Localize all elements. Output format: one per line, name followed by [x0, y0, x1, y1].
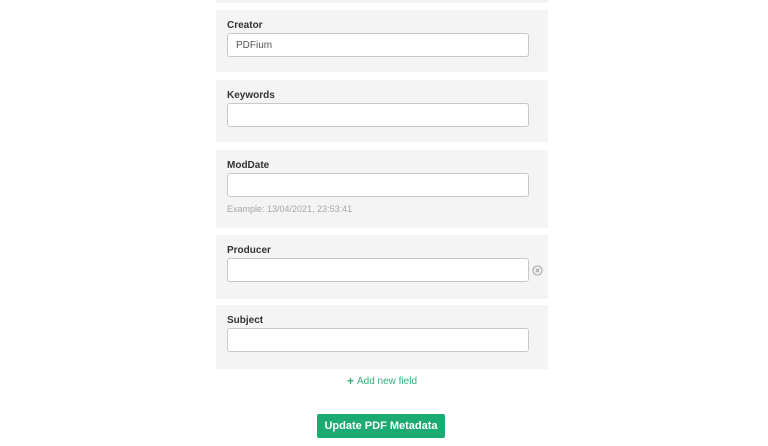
field-label-subject: Subject	[227, 315, 264, 326]
circle-x-icon[interactable]	[532, 265, 543, 276]
previous-field-card-edge	[216, 0, 548, 3]
field-card-subject: Subject	[216, 305, 548, 369]
add-new-field-link[interactable]: + Add new field	[216, 375, 548, 388]
update-pdf-metadata-button[interactable]: Update PDF Metadata	[317, 414, 445, 438]
field-card-producer: Producer	[216, 235, 548, 299]
field-label-producer: Producer	[227, 245, 271, 256]
plus-icon: +	[346, 374, 354, 388]
field-card-moddate: ModDate Example: 13/04/2021, 23:53:41	[216, 150, 548, 228]
add-new-field-label: Add new field	[356, 376, 418, 387]
pdf-metadata-editor: Creator Keywords ModDate Example: 13/04/…	[0, 0, 768, 446]
field-label-creator: Creator	[227, 20, 263, 31]
field-label-moddate: ModDate	[227, 160, 270, 171]
field-card-creator: Creator	[216, 10, 548, 72]
producer-input[interactable]	[227, 258, 529, 282]
keywords-input[interactable]	[227, 103, 529, 127]
moddate-hint: Example: 13/04/2021, 23:53:41	[227, 204, 353, 214]
subject-input[interactable]	[227, 328, 529, 352]
creator-input[interactable]	[227, 33, 529, 57]
field-card-keywords: Keywords	[216, 80, 548, 142]
moddate-input[interactable]	[227, 173, 529, 197]
field-label-keywords: Keywords	[227, 90, 275, 101]
